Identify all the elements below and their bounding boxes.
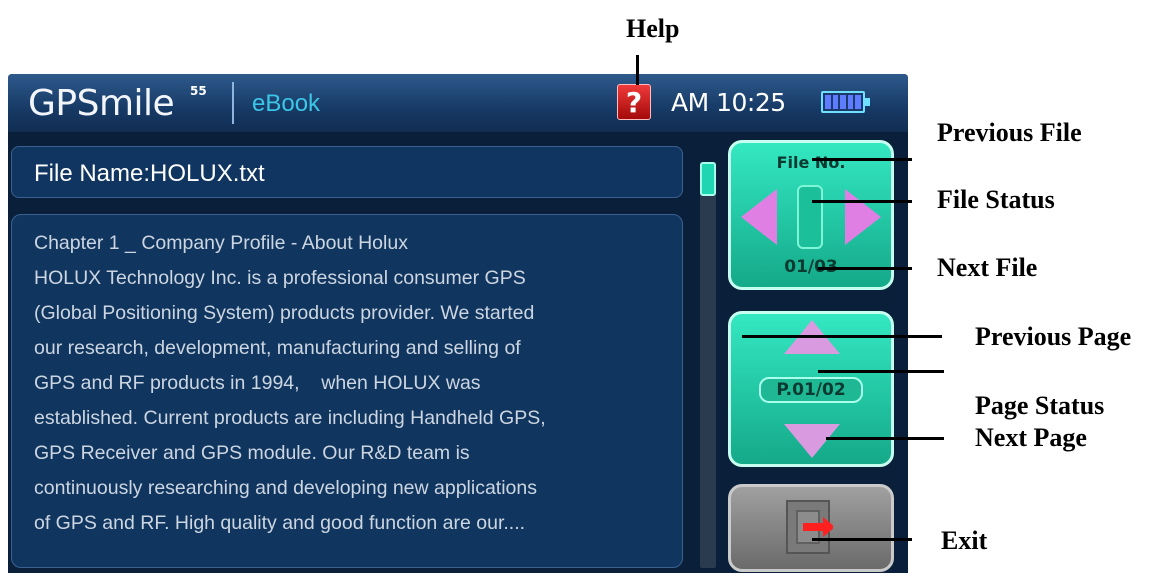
exit-icon <box>786 500 833 554</box>
exit-button[interactable] <box>728 484 894 572</box>
pointer-line-page-status <box>818 370 944 373</box>
text-line: established. Current products are includ… <box>34 407 546 429</box>
callout-file-status: File Status <box>937 185 1055 214</box>
pointer-line-file-status <box>812 200 912 203</box>
callout-exit: Exit <box>941 526 988 555</box>
scrollbar-track[interactable] <box>700 162 716 568</box>
pointer-line-exit <box>812 538 912 541</box>
file-status-slider[interactable] <box>797 185 823 249</box>
file-name: File Name:HOLUX.txt <box>34 160 265 187</box>
text-line: GPS and RF products in 1994, when HOLUX … <box>34 372 481 394</box>
text-line: Chapter 1 _ Company Profile - About Holu… <box>34 232 408 254</box>
help-button[interactable]: ? <box>617 84 651 120</box>
text-line: GPS Receiver and GPS module. Our R&D tea… <box>34 442 470 464</box>
clock: AM 10:25 <box>671 88 786 117</box>
callout-previous-file: Previous File <box>937 118 1082 147</box>
pointer-line-previous-page <box>742 335 942 338</box>
callout-next-file: Next File <box>937 253 1038 282</box>
file-name-panel: File Name:HOLUX.txt <box>11 146 683 198</box>
pointer-line-previous-file <box>812 158 912 161</box>
text-line: of GPS and RF. High quality and good fun… <box>34 512 526 534</box>
text-line: HOLUX Technology Inc. is a professional … <box>34 267 526 289</box>
app-name: eBook <box>252 90 321 117</box>
scrollbar-thumb[interactable] <box>700 162 716 196</box>
text-line: our research, development, manufacturing… <box>34 337 521 359</box>
ebook-text-panel: Chapter 1 _ Company Profile - About Holu… <box>11 214 683 568</box>
title-divider <box>232 82 234 124</box>
title-bar: GPSmile 55 eBook ? AM 10:25 <box>8 74 908 132</box>
battery-full-icon <box>821 91 870 113</box>
callout-previous-page: Previous Page <box>975 322 1132 351</box>
callout-help: Help <box>626 14 680 43</box>
text-line: (Global Positioning System) products pro… <box>34 302 535 324</box>
next-file-button[interactable] <box>845 189 881 245</box>
page-status: P.01/02 <box>759 377 863 403</box>
next-page-button[interactable] <box>784 424 840 458</box>
previous-file-button[interactable] <box>741 189 777 245</box>
callout-page-status: Page Status <box>975 391 1105 420</box>
logo-superscript: 55 <box>190 84 207 98</box>
device-screen: GPSmile 55 eBook ? AM 10:25 File Name:HO… <box>8 74 908 573</box>
pointer-line-next-page <box>826 437 944 440</box>
text-line: continuously researching and developing … <box>34 477 538 499</box>
pointer-line-help <box>636 55 639 85</box>
callout-next-page: Next Page <box>975 423 1087 452</box>
gpsmile-logo: GPSmile <box>28 83 175 124</box>
file-no-label: File No. <box>776 153 846 172</box>
pointer-line-next-file <box>818 267 912 270</box>
